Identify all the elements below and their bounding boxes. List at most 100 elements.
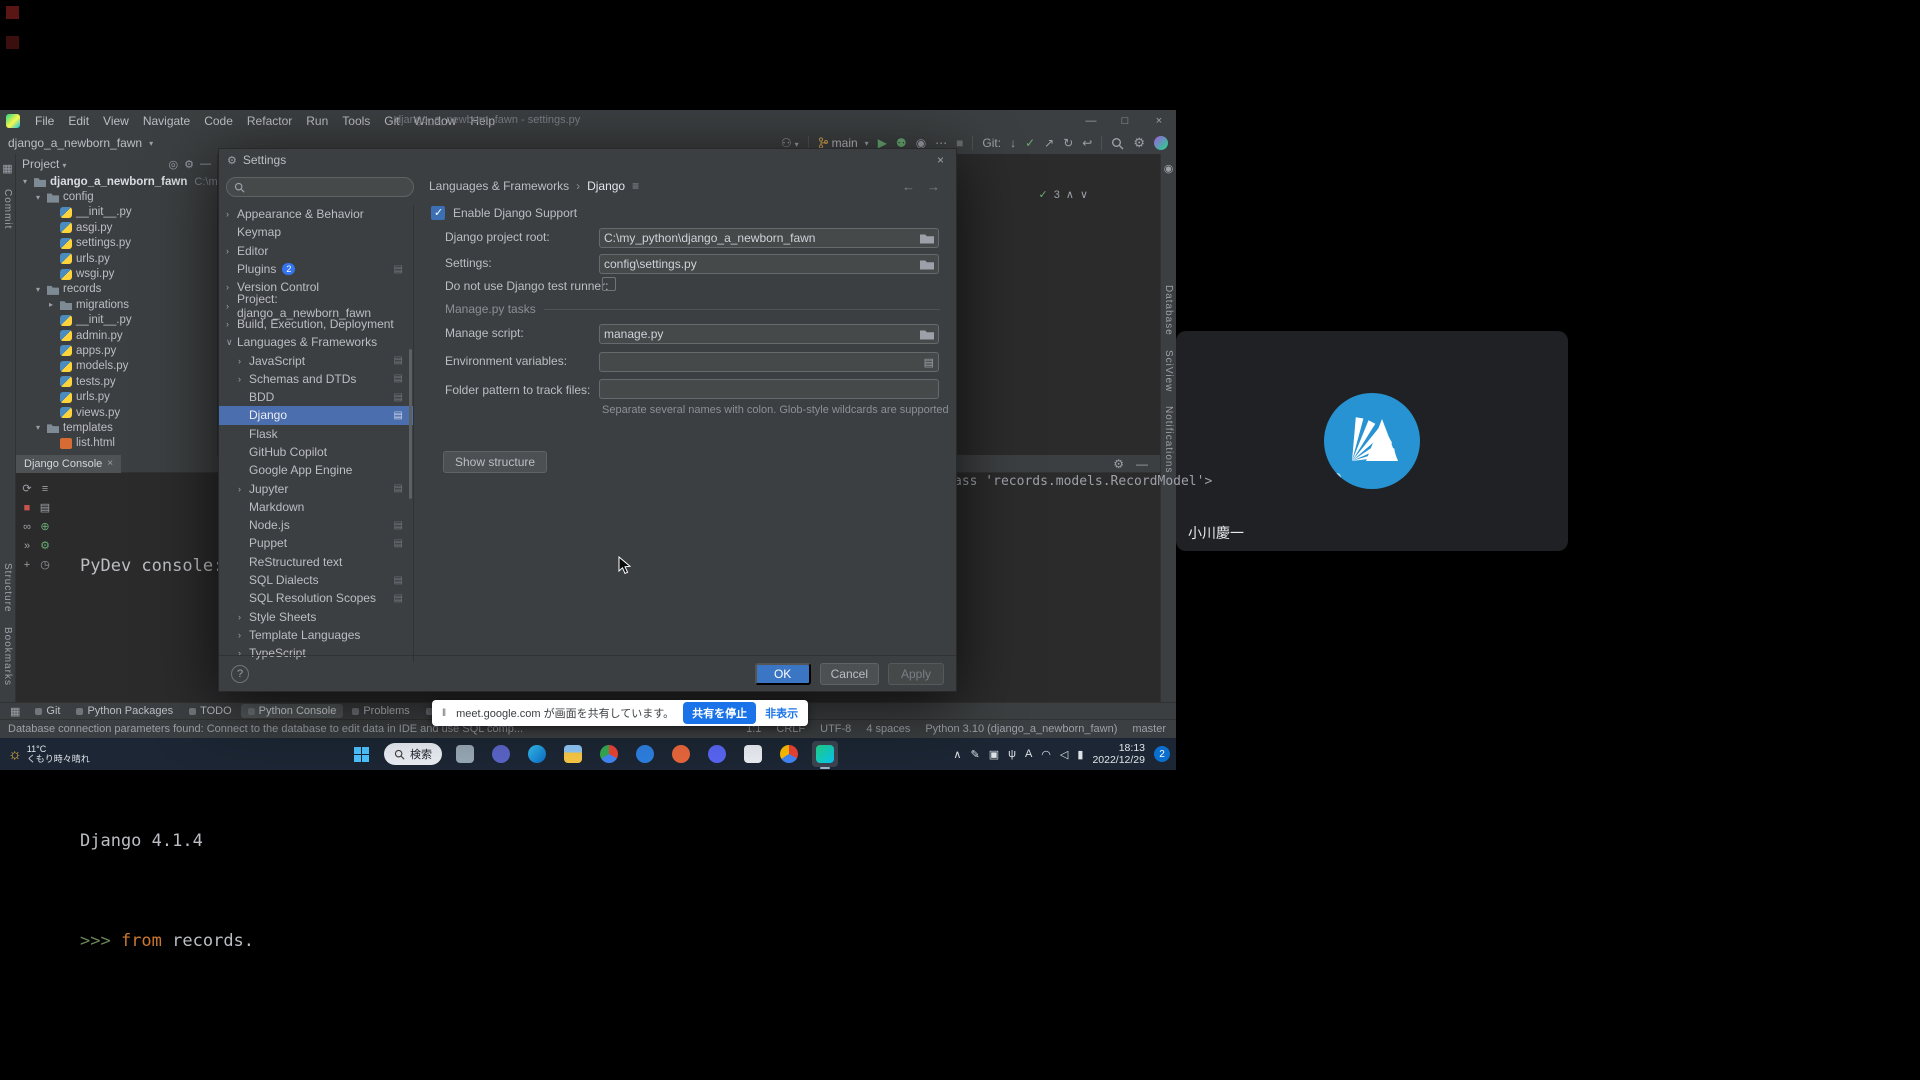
tree-root[interactable]: ▾ django_a_newborn_fawn C:\my_python...	[16, 174, 217, 189]
settings-nav-item[interactable]: GitHub Copilot	[219, 443, 413, 461]
settings-nav-item[interactable]: › Template Languages	[219, 626, 413, 644]
settings-nav-item[interactable]: BDD ▤	[219, 388, 413, 406]
browse-folder-icon[interactable]	[920, 329, 934, 340]
tool-stripe-commit[interactable]: Commit	[2, 189, 13, 229]
enable-django-checkbox[interactable]	[431, 206, 445, 220]
push-icon[interactable]: ↗	[1044, 137, 1054, 149]
settings-nav-item[interactable]: Flask	[219, 425, 413, 443]
edge-app[interactable]	[524, 741, 550, 767]
tool-window-tab[interactable]: Problems	[345, 704, 416, 718]
settings-nav-item[interactable]: Node.js ▤	[219, 516, 413, 534]
tool-stripe-structure[interactable]: Structure	[2, 563, 13, 613]
taskbar-clock[interactable]: 18:13 2022/12/29	[1092, 742, 1145, 766]
discord-app[interactable]	[704, 741, 730, 767]
ime-mode-indicator[interactable]: A	[1025, 748, 1032, 760]
status-item[interactable]: master	[1132, 723, 1166, 735]
settings-nav-item[interactable]: SQL Resolution Scopes ▤	[219, 589, 413, 607]
history-icon[interactable]: ↻	[1063, 137, 1073, 149]
battery-icon[interactable]: ▮	[1077, 748, 1083, 761]
volume-icon[interactable]: ◁	[1060, 748, 1068, 761]
settings-nav-item[interactable]: Puppet ▤	[219, 534, 413, 552]
menu-item[interactable]: Refactor	[240, 112, 299, 130]
tool-window-tab[interactable]: Git	[28, 704, 67, 718]
show-structure-button[interactable]: Show structure	[443, 451, 547, 473]
browse-folder-icon[interactable]	[920, 233, 934, 244]
settings-nav-item[interactable]: ∨ Languages & Frameworks	[219, 333, 413, 351]
tool-stripe-notifications[interactable]: Notifications	[1163, 406, 1174, 473]
expand-arrow-icon[interactable]: ∨	[226, 337, 237, 348]
expand-arrow-icon[interactable]: ›	[238, 356, 249, 366]
close-button[interactable]: ×	[1142, 110, 1176, 132]
settings-nav-item[interactable]: Keymap	[219, 223, 413, 241]
settings-nav-item[interactable]: › Editor	[219, 242, 413, 260]
project-tree-row[interactable]: wsgi.py	[16, 266, 217, 281]
project-tree-row[interactable]: apps.py	[16, 343, 217, 358]
project-tree-row[interactable]: admin.py	[16, 328, 217, 343]
hidden-icons-chevron[interactable]: ∧	[953, 748, 961, 761]
start-button[interactable]	[348, 741, 374, 767]
attach-icon[interactable]: ⊕	[40, 520, 49, 533]
expand-arrow-icon[interactable]: ›	[226, 282, 237, 292]
forward-arrow-icon[interactable]: →	[927, 179, 940, 194]
add-icon[interactable]: +	[24, 559, 30, 571]
locate-file-icon[interactable]: ◎	[169, 158, 179, 171]
meet-participant-tile[interactable]: 小川慶一	[1176, 331, 1568, 551]
tool-window-tab[interactable]: Python Packages	[69, 704, 180, 718]
close-tab-icon[interactable]: ×	[107, 458, 113, 469]
settings-search-input[interactable]	[250, 181, 406, 193]
search-everywhere-icon[interactable]	[1111, 137, 1124, 150]
file-explorer-app[interactable]	[560, 741, 586, 767]
browse-folder-icon[interactable]	[920, 259, 934, 270]
project-tree-row[interactable]: ▾ config	[16, 189, 217, 204]
maximize-button[interactable]: □	[1108, 110, 1142, 132]
stop-sharing-button[interactable]: 共有を停止	[683, 702, 756, 724]
menu-item[interactable]: Code	[197, 112, 240, 130]
nav-scrollbar[interactable]	[409, 349, 412, 499]
cast-icon[interactable]: ▣	[989, 748, 999, 761]
settings-nav-item[interactable]: › Schemas and DTDs ▤	[219, 370, 413, 388]
pycharm-app[interactable]	[812, 741, 838, 767]
soft-wrap-icon[interactable]: ▤	[40, 501, 50, 514]
minimize-button[interactable]: —	[1074, 110, 1108, 132]
teams-app[interactable]	[488, 741, 514, 767]
next-problem-icon[interactable]: ∨	[1080, 188, 1088, 201]
env-vars-table-icon[interactable]: ▤	[924, 356, 934, 369]
pen-icon[interactable]: ✎	[970, 748, 979, 761]
hide-panel-icon[interactable]: —	[200, 158, 211, 171]
expand-arrow-icon[interactable]: ›	[238, 374, 249, 384]
rerun-icon[interactable]: ⟳	[22, 482, 31, 495]
settings-nav-item[interactable]: Markdown	[219, 498, 413, 516]
settings-file-input[interactable]	[604, 257, 920, 271]
console-options-gear-icon[interactable]: ⚙	[1113, 457, 1124, 471]
tool-stripe-bookmarks[interactable]: Bookmarks	[2, 627, 13, 686]
project-tree-row[interactable]: __init__.py	[16, 205, 217, 220]
status-item[interactable]: Python 3.10 (django_a_newborn_fawn)	[925, 723, 1117, 735]
menu-item[interactable]: Edit	[61, 112, 96, 130]
expand-arrow-icon[interactable]: ›	[238, 630, 249, 640]
project-tree-row[interactable]: settings.py	[16, 236, 217, 251]
expand-arrow-icon[interactable]: ›	[226, 301, 237, 311]
ide-settings-gear-icon[interactable]: ⚙	[1133, 135, 1145, 151]
project-stripe-icon[interactable]: ▦	[2, 162, 12, 175]
settings-nav-item[interactable]: › Style Sheets	[219, 608, 413, 626]
console-tab[interactable]: Django Console ×	[16, 455, 121, 473]
minimize-panel-icon[interactable]: —	[1136, 457, 1148, 471]
orange-app[interactable]	[668, 741, 694, 767]
mic-icon[interactable]: ψ	[1008, 748, 1016, 760]
wifi-icon[interactable]: ◠	[1041, 748, 1051, 761]
settings-nav-item[interactable]: › JavaScript ▤	[219, 351, 413, 369]
settings-nav-item[interactable]: SQL Dialects ▤	[219, 571, 413, 589]
project-tree-row[interactable]: models.py	[16, 359, 217, 374]
manage-script-input[interactable]	[604, 327, 920, 341]
rollback-icon[interactable]: ↩	[1082, 137, 1092, 149]
project-view-selector[interactable]: Project	[22, 157, 66, 171]
help-button[interactable]: ?	[231, 665, 249, 683]
settings-nav-item[interactable]: › Jupyter ▤	[219, 479, 413, 497]
menu-item[interactable]: Run	[299, 112, 335, 130]
project-tree-row[interactable]: views.py	[16, 405, 217, 420]
hide-bar-button[interactable]: 非表示	[765, 705, 798, 721]
user-avatar[interactable]	[1154, 136, 1168, 150]
tool-windows-grid-icon[interactable]: ▦	[10, 705, 20, 718]
run-configuration-selector[interactable]: django_a_newborn_fawn	[8, 136, 153, 150]
test-runner-checkbox[interactable]	[602, 277, 616, 291]
